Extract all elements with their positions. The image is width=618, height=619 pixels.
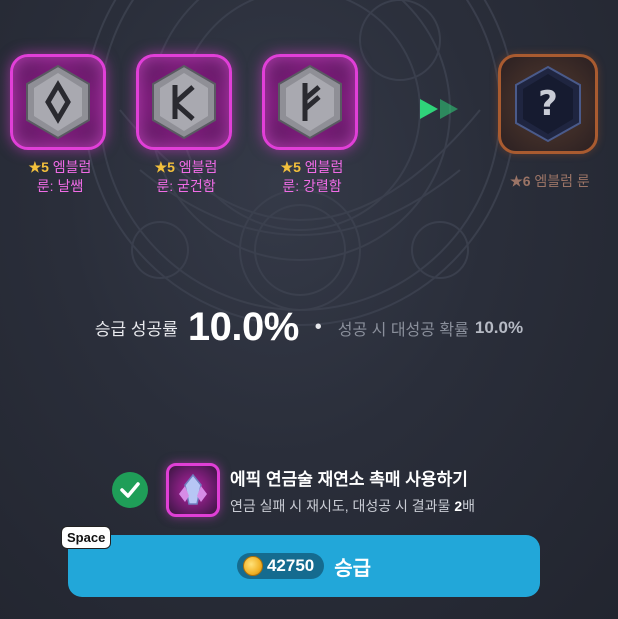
fast-forward-arrows-icon [418, 97, 462, 121]
catalyst-checkbox[interactable] [112, 472, 148, 508]
great-success-value: 10.0% [474, 317, 524, 337]
rune-kaun-icon [152, 64, 216, 140]
result-rune-label: ★6 엠블럼 룬 [510, 173, 590, 189]
cost-pill: 42750 [236, 553, 325, 579]
space-shortcut-badge: Space [61, 526, 112, 549]
great-success-label: 성공 시 대성공 확률 [337, 321, 469, 339]
material-rune-2[interactable]: ★5 엠블럼 룬: 굳건함 [136, 54, 236, 196]
catalyst-description: 연금 실패 시 재시도, 대성공 시 결과물 2배 [230, 497, 476, 514]
rune-fehu-icon [278, 64, 342, 140]
rune-label: ★5 엠블럼 룬: 날쌤 [28, 159, 92, 194]
crystal-catalyst-icon [179, 473, 207, 505]
rune-label: ★5 엠블럼 룬: 굳건함 [154, 159, 218, 194]
gold-coin-icon [242, 556, 263, 576]
rate-separator: • [314, 316, 322, 338]
rune-diamond-icon [26, 64, 90, 140]
rune-label: ★5 엠블럼 룬: 강렬함 [280, 159, 344, 194]
upgrade-cost: 42750 [266, 556, 315, 575]
material-rune-1[interactable]: ★5 엠블럼 룬: 날쌤 [10, 54, 110, 196]
result-rune[interactable]: ? ★6 엠블럼 룬 [498, 54, 602, 191]
catalyst-text: 에픽 연금술 재연소 촉매 사용하기 연금 실패 시 재시도, 대성공 시 결과… [230, 465, 475, 516]
rune-slot-frame [262, 54, 358, 150]
catalyst-option[interactable]: 에픽 연금술 재연소 촉매 사용하기 연금 실패 시 재시도, 대성공 시 결과… [112, 463, 475, 517]
success-rate-label: 승급 성공률 [94, 320, 178, 339]
catalyst-item-icon [166, 463, 220, 517]
rune-slot-frame [10, 54, 106, 150]
upgrade-button-label: 승급 [334, 557, 372, 580]
checkmark-icon [120, 482, 140, 498]
upgrade-button[interactable]: 42750 승급 [68, 535, 540, 597]
svg-text:?: ? [538, 84, 558, 124]
success-rate-row: 승급 성공률 10.0% • 성공 시 대성공 확률 10.0% [0, 305, 618, 350]
mystery-question-icon: ? [515, 65, 581, 143]
catalyst-title: 에픽 연금술 재연소 촉매 사용하기 [230, 469, 468, 489]
success-rate-value: 10.0% [187, 305, 299, 349]
material-rune-3[interactable]: ★5 엠블럼 룬: 강렬함 [262, 54, 362, 196]
rune-slot-frame [136, 54, 232, 150]
result-slot-frame: ? [498, 54, 598, 154]
